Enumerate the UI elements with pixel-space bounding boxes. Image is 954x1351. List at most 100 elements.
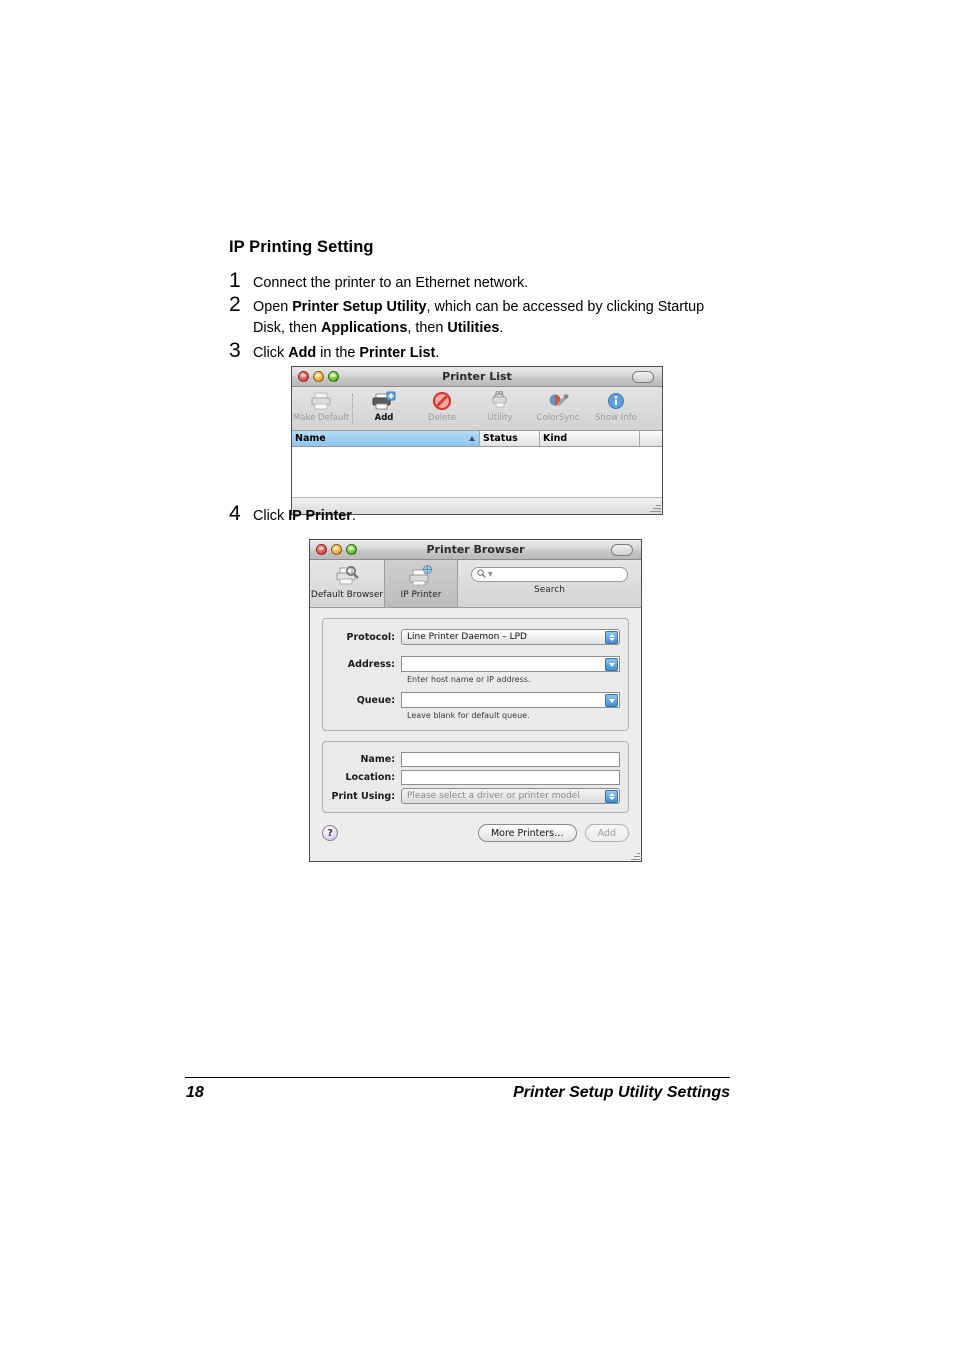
printer-browser-window-footer [310,853,641,861]
stepper-icon[interactable] [605,631,618,644]
printer-list-titlebar[interactable]: Printer List [292,367,662,387]
more-printers-button[interactable]: More Printers… [477,824,577,842]
close-button[interactable] [316,544,327,555]
make-default-button[interactable]: Make Default [292,390,350,423]
instruction-step-4: 4 Click IP Printer. [229,503,629,528]
tab-label: Default Browser [310,590,384,600]
instruction-step: 4 Click IP Printer. [229,503,629,527]
footer-divider [185,1077,730,1078]
toolbar-label: Utility [487,413,513,423]
printer-browser-toolbar: Default Browser IP Printer ▼ Search [310,560,641,608]
search-dropdown-icon[interactable]: ▼ [488,571,493,578]
toolbar-label: Delete [428,413,456,423]
instruction-step: 3 Click Add in the Printer List. [229,340,729,364]
address-hint: Enter host name or IP address. [407,675,531,684]
column-label: Name [295,433,326,444]
location-input[interactable] [401,770,620,785]
footer-page-number: 18 [186,1084,204,1101]
toolbar-label: ColorSync [536,413,580,423]
help-button[interactable]: ? [322,825,338,841]
print-using-select[interactable]: Please select a driver or printer model [401,788,620,804]
close-button[interactable] [298,371,309,382]
toolbar-label: Show Info [595,413,637,423]
printer-magnifier-icon [334,564,360,588]
address-input[interactable] [401,656,620,672]
footer-title: Printer Setup Utility Settings [513,1084,730,1101]
column-header-status[interactable]: Status [480,431,540,446]
printer-browser-button-bar: ? More Printers… Add [310,813,641,853]
printer-list-table-body[interactable] [292,447,662,498]
chevron-down-icon[interactable] [605,658,618,671]
printer-list-window: Printer List Make Default Add Delete Uti… [291,366,663,515]
sort-ascending-icon [469,436,475,441]
protocol-select[interactable]: Line Printer Daemon – LPD [401,629,620,645]
search-label: Search [534,585,565,595]
column-label: Status [483,433,518,444]
zoom-button[interactable] [346,544,357,555]
column-header-kind[interactable]: Kind [540,431,640,446]
printer-network-icon [408,564,434,588]
address-label: Address: [347,658,395,670]
add-button[interactable]: Add [355,390,413,423]
column-header-filler [640,431,662,446]
manual-page: IP Printing Setting 1 Connect the printe… [0,0,954,1351]
search-input[interactable]: ▼ [471,567,628,582]
resize-grip-icon[interactable] [628,848,640,860]
printer-identity-group: Name: Location: Print Using: Please sele… [322,741,629,813]
zoom-button[interactable] [328,371,339,382]
queue-input[interactable] [401,692,620,708]
printer-browser-titlebar[interactable]: Printer Browser [310,540,641,560]
tab-label: IP Printer [400,590,442,600]
toolbar-toggle-button[interactable] [611,543,633,556]
step-number: 1 [229,269,241,292]
step-text: Click IP Printer. [253,508,356,524]
printer-add-icon [371,390,397,412]
figure-printer-browser: Printer Browser Default Browser IP Print… [309,539,642,862]
printer-icon [309,390,333,412]
name-row: Name: [331,752,620,767]
minimize-button[interactable] [331,544,342,555]
show-info-button[interactable]: Show Info [587,390,645,423]
resize-grip-icon[interactable] [649,501,661,513]
printer-browser-body: Protocol: Line Printer Daemon – LPD Addr… [310,608,641,813]
info-icon [606,390,626,412]
printer-wrench-icon [488,390,512,412]
printer-list-column-headers: Name Status Kind [292,431,662,447]
instruction-step: 2 Open Printer Setup Utility, which can … [229,294,729,339]
stepper-icon[interactable] [605,790,618,803]
protocol-label: Protocol: [346,631,395,643]
chevron-down-icon[interactable] [605,694,618,707]
step-number: 3 [229,339,241,362]
instruction-step: 1 Connect the printer to an Ethernet net… [229,270,729,294]
no-entry-icon [432,390,452,412]
toolbar-toggle-button[interactable] [632,370,654,383]
connection-settings-group: Protocol: Line Printer Daemon – LPD Addr… [322,618,629,731]
search-area: ▼ Search [458,560,641,595]
tab-default-browser[interactable]: Default Browser [310,560,384,607]
add-button[interactable]: Add [584,824,629,842]
toolbar-divider [352,394,353,424]
queue-row: Queue: [331,692,620,708]
utility-button[interactable]: Utility [471,390,529,423]
step-text: Click Add in the Printer List. [253,345,440,361]
page-title: IP Printing Setting [229,238,374,256]
column-header-name[interactable]: Name [292,431,480,446]
minimize-button[interactable] [313,371,324,382]
queue-hint: Leave blank for default queue. [407,711,530,720]
print-using-value: Please select a driver or printer model [407,791,580,801]
colorsync-icon [546,390,570,412]
print-using-row: Print Using: Please select a driver or p… [331,788,620,804]
window-title: Printer Browser [426,543,525,556]
name-label: Name: [360,754,395,765]
step-number: 4 [229,502,241,525]
toolbar-label: Make Default [292,413,350,423]
name-input[interactable] [401,752,620,767]
colorsync-button[interactable]: ColorSync [529,390,587,423]
step-text: Open Printer Setup Utility, which can be… [253,299,705,336]
location-label: Location: [345,772,395,783]
step-text: Connect the printer to an Ethernet netwo… [253,275,529,291]
tab-ip-printer[interactable]: IP Printer [384,560,458,607]
address-row: Address: [331,656,620,672]
print-using-label: Print Using: [331,790,395,802]
delete-button[interactable]: Delete [413,390,471,423]
